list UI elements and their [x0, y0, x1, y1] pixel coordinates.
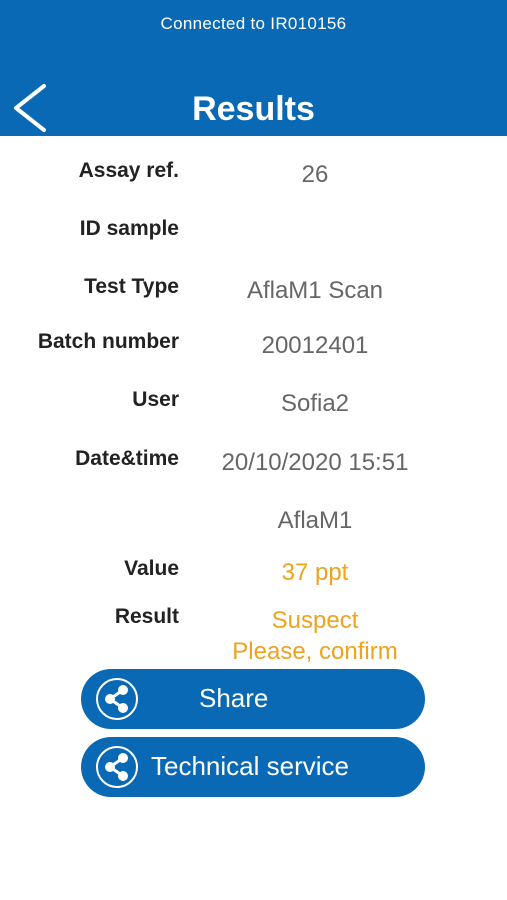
user-label: User — [132, 388, 179, 411]
connection-status: Connected to IR010156 — [160, 14, 347, 33]
app-header: Connected to IR010156 Results — [0, 0, 507, 136]
value-label: Value — [124, 557, 179, 580]
assay-ref-row: Assay ref. 26 — [0, 159, 507, 199]
page-title: Results — [192, 90, 315, 128]
share-button[interactable]: Share — [81, 669, 425, 729]
assay-ref-value: 26 — [301, 161, 329, 188]
batch-number-value: 20012401 — [261, 332, 369, 359]
value-row: Value 37 ppt — [0, 557, 507, 597]
id-sample-label: ID sample — [79, 217, 179, 240]
batch-number-row: Batch number 20012401 — [0, 330, 507, 370]
measured-value: 37 ppt — [281, 559, 349, 586]
test-type-value: AflaM1 Scan — [246, 277, 384, 304]
user-value: Sofia2 — [280, 390, 350, 417]
user-row: User Sofia2 — [0, 388, 507, 428]
assay-ref-label: Assay ref. — [78, 159, 179, 182]
result-status-line1: Suspect — [271, 607, 359, 634]
batch-number-label: Batch number — [37, 330, 179, 353]
test-type-label: Test Type — [84, 275, 179, 298]
datetime-label: Date&time — [75, 447, 179, 470]
analyte-value: AflaM1 — [277, 507, 353, 534]
share-button-label: Share — [199, 683, 269, 713]
id-sample-row: ID sample — [0, 217, 507, 257]
analyte-row: AflaM1 — [0, 505, 507, 545]
result-status-line2: Please, confirm — [232, 638, 398, 665]
share-icon — [96, 678, 138, 720]
technical-service-button-label: Technical service — [151, 751, 349, 781]
test-type-row: Test Type AflaM1 Scan — [0, 275, 507, 315]
datetime-value: 20/10/2020 15:51 — [221, 449, 409, 476]
result-status: Suspect Please, confirm — [170, 605, 460, 667]
technical-service-button[interactable]: Technical service — [81, 737, 425, 797]
datetime-row: Date&time 20/10/2020 15:51 — [0, 447, 507, 487]
share-icon — [96, 746, 138, 788]
